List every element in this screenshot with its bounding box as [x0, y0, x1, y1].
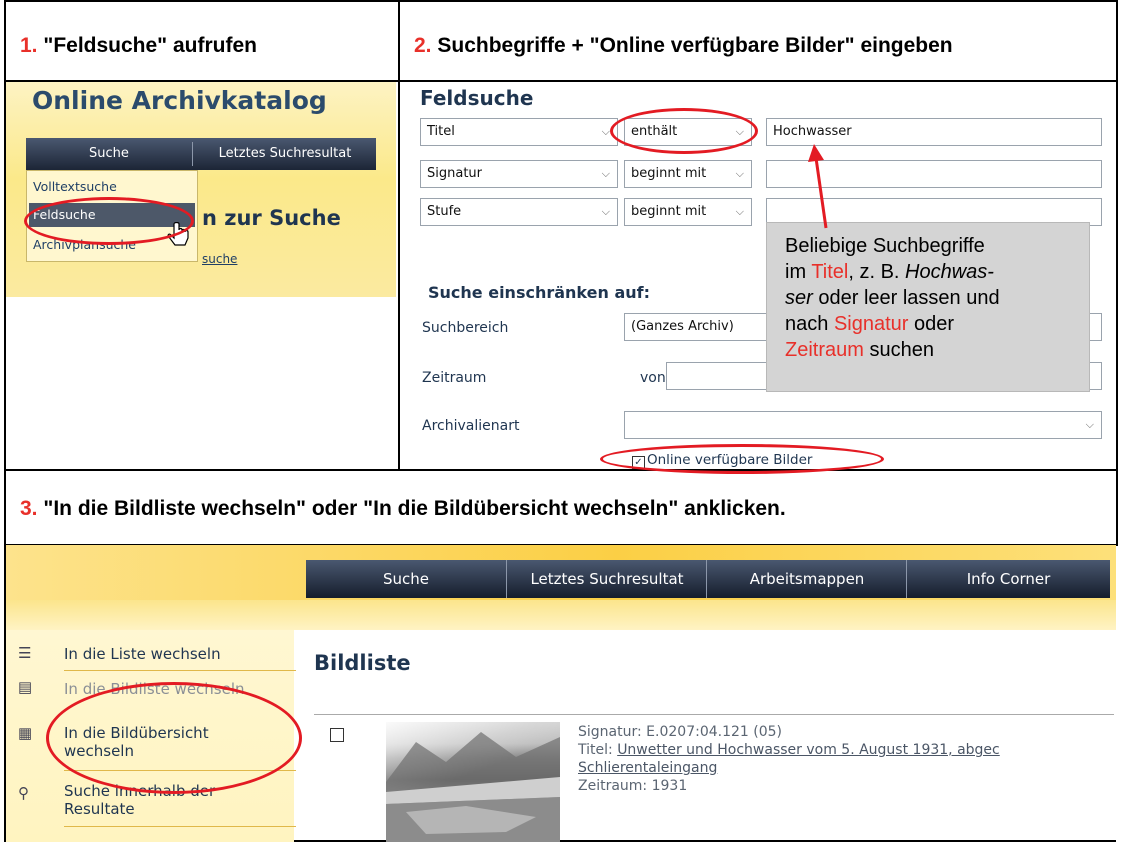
- main-nav: Suche Letztes Suchresultat Arbeitsmappen…: [306, 560, 1110, 598]
- step3-text: "In die Bildliste wechseln" oder "In die…: [43, 497, 786, 520]
- record-signatur: Signatur: E.0207:04.121 (05): [578, 724, 782, 740]
- signatur-value: E.0207:04.121 (05): [646, 724, 782, 740]
- sidebar-item-label: Resultate: [64, 800, 135, 818]
- operator-value: beginnt mit: [631, 204, 707, 219]
- chevron-down-icon: ⌵: [601, 167, 610, 180]
- record-select-checkbox[interactable]: [330, 728, 344, 742]
- suchbereich-value: (Ganzes Archiv): [631, 319, 734, 334]
- highlight-ellipse: [610, 108, 758, 154]
- callout-example: Hochwas-: [905, 261, 994, 283]
- search-term-value: Hochwasser: [773, 124, 852, 139]
- highlight-ellipse: [46, 682, 302, 794]
- frame-edge-mask: [1116, 546, 1126, 844]
- callout-example: ser: [785, 287, 813, 309]
- sidebar-divider: [64, 826, 296, 827]
- search-results-icon: ⚲: [18, 785, 29, 802]
- panel1-screenshot: Online Archivkatalog Suche Letztes Suchr…: [6, 82, 396, 297]
- record-thumbnail[interactable]: [386, 722, 560, 842]
- chevron-down-icon: ⌵: [1085, 418, 1094, 431]
- von-label: von: [640, 370, 666, 386]
- highlight-ellipse: [24, 197, 194, 245]
- step1-text: "Feldsuche" aufrufen: [43, 34, 257, 57]
- menu-suche[interactable]: Suche: [26, 138, 192, 170]
- image-grid-icon: ▦: [18, 725, 33, 742]
- record-title-link[interactable]: Schlierentaleingang: [578, 760, 717, 776]
- app-title: Online Archivkatalog: [32, 86, 327, 115]
- dropdown-volltextsuche[interactable]: Volltextsuche: [33, 175, 117, 199]
- record-title-link[interactable]: Unwetter und Hochwasser vom 5. August 19…: [617, 742, 1000, 758]
- zeitraum-label: Zeitraum: [422, 370, 487, 386]
- operator-select-2[interactable]: beginnt mit ⌵: [624, 160, 752, 188]
- field-select-2[interactable]: Signatur ⌵: [420, 160, 618, 188]
- main-menu: Suche Letztes Suchresultat: [26, 138, 376, 170]
- operator-value: beginnt mit: [631, 166, 707, 181]
- callout-line: im Titel, z. B. Hochwas-: [785, 261, 994, 283]
- sidebar-item-liste[interactable]: In die Liste wechseln: [64, 645, 221, 663]
- chevron-down-icon: ⌵: [735, 167, 744, 180]
- step2-number: 2.: [414, 34, 432, 57]
- chevron-down-icon: ⌵: [735, 205, 744, 218]
- menu-letztes-suchresultat[interactable]: Letztes Suchresultat: [194, 138, 376, 170]
- step2-title: 2. Suchbegriffe + "Online verfügbare Bil…: [414, 34, 953, 58]
- zeitraum-value: 1931: [651, 778, 688, 794]
- thumbnail-landscape: [386, 732, 560, 842]
- nav-letztes-suchresultat[interactable]: Letztes Suchresultat: [507, 560, 707, 598]
- callout-line: Zeitraum suchen: [785, 339, 934, 361]
- step2-text: Suchbegriffe + "Online verfügbare Bilder…: [437, 34, 953, 57]
- suchbereich-label: Suchbereich: [422, 320, 509, 336]
- divider: [4, 469, 1118, 471]
- titel-label: Titel:: [578, 742, 613, 758]
- sidebar-divider: [64, 670, 296, 671]
- bildliste-heading: Bildliste: [314, 651, 411, 675]
- field-select-value: Titel: [427, 124, 455, 139]
- step3-number: 3.: [20, 497, 38, 520]
- feldsuche-title: Feldsuche: [420, 86, 534, 110]
- callout-line: Beliebige Suchbegriffe: [785, 235, 985, 257]
- panel3-header-band: [6, 600, 1116, 630]
- page-heading-fragment: n zur Suche: [202, 206, 341, 230]
- help-callout: Beliebige Suchbegriffe im Titel, z. B. H…: [766, 222, 1090, 392]
- signatur-label: Signatur:: [578, 724, 642, 740]
- link-fragment[interactable]: suche: [202, 252, 237, 266]
- chevron-down-icon: ⌵: [601, 125, 610, 138]
- callout-highlight: Zeitraum: [785, 339, 864, 361]
- field-select-1[interactable]: Titel ⌵: [420, 118, 618, 146]
- nav-suche[interactable]: Suche: [306, 560, 506, 598]
- record-titel: Titel: Unwetter und Hochwasser vom 5. Au…: [578, 742, 1000, 758]
- nav-info-corner[interactable]: Info Corner: [907, 560, 1110, 598]
- callout-line: nach Signatur oder: [785, 313, 955, 335]
- archivalienart-label: Archivalienart: [422, 418, 520, 434]
- callout-highlight: Titel: [811, 261, 849, 283]
- record-zeitraum: Zeitraum: 1931: [578, 778, 687, 794]
- callout-line: ser oder leer lassen und: [785, 287, 1000, 309]
- step1-title: 1. "Feldsuche" aufrufen: [20, 34, 257, 58]
- step3-title: 3. "In die Bildliste wechseln" oder "In …: [20, 497, 786, 521]
- restrict-heading: Suche einschränken auf:: [428, 283, 650, 302]
- divider: [398, 0, 400, 470]
- menu-separator: [192, 142, 193, 166]
- list-icon: ☰: [18, 645, 32, 662]
- highlight-ellipse: [600, 444, 884, 474]
- archivalienart-select[interactable]: ⌵: [624, 411, 1102, 439]
- field-select-3[interactable]: Stufe ⌵: [420, 198, 618, 226]
- image-list-icon: ▤: [18, 679, 33, 696]
- zeitraum-label: Zeitraum:: [578, 778, 648, 794]
- record-titel-line2: Schlierentaleingang: [578, 760, 717, 776]
- nav-arbeitsmappen[interactable]: Arbeitsmappen: [707, 560, 907, 598]
- result-divider: [314, 714, 1114, 715]
- step1-number: 1.: [20, 34, 38, 57]
- chevron-down-icon: ⌵: [601, 205, 610, 218]
- operator-select-3[interactable]: beginnt mit ⌵: [624, 198, 752, 226]
- field-select-value: Signatur: [427, 166, 483, 181]
- red-arrow-icon: [808, 144, 828, 229]
- callout-highlight: Signatur: [833, 313, 909, 335]
- field-select-value: Stufe: [427, 204, 462, 219]
